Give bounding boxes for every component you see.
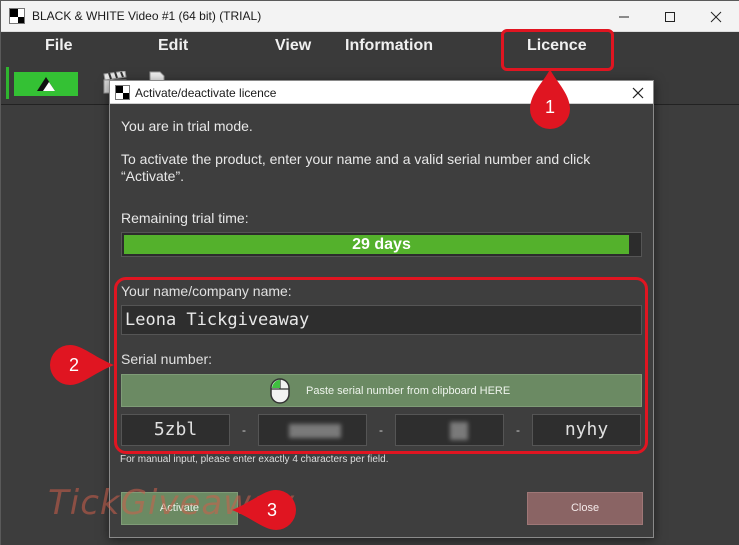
logo-icon <box>37 77 55 91</box>
close-button[interactable]: Close <box>527 492 643 525</box>
annotation-number-2: 2 <box>68 355 79 375</box>
remaining-trial-label: Remaining trial time: <box>121 210 249 226</box>
activate-instructions: To activate the product, enter your name… <box>121 151 591 184</box>
menu-edit[interactable]: Edit <box>158 37 188 55</box>
title-bar: BLACK & WHITE Video #1 (64 bit) (TRIAL) <box>1 1 739 32</box>
trial-progress-text: 29 days <box>352 236 411 253</box>
highlight-licence-form <box>114 277 648 454</box>
close-icon <box>710 11 722 22</box>
annotation-marker-1: 1 <box>528 69 572 131</box>
menu-bar: File Edit View Information Licence <box>1 32 739 62</box>
dialog-close-icon[interactable] <box>630 85 646 101</box>
app-icon <box>9 8 25 24</box>
toolbar-accent <box>6 67 9 99</box>
manual-input-hint: For manual input, please enter exactly 4… <box>120 454 389 465</box>
dialog-app-icon <box>115 85 130 100</box>
maximize-button[interactable] <box>647 1 693 32</box>
menu-information[interactable]: Information <box>345 37 433 55</box>
minimize-button[interactable] <box>601 1 647 32</box>
trial-mode-text: You are in trial mode. <box>121 118 253 134</box>
menu-file[interactable]: File <box>45 37 73 55</box>
annotation-number-1: 1 <box>544 97 555 117</box>
dialog-title: Activate/deactivate licence <box>135 86 277 100</box>
trial-progress-bar: 29 days <box>121 232 642 257</box>
annotation-number-3: 3 <box>266 500 277 520</box>
maximize-icon <box>665 11 675 22</box>
app-title: BLACK & WHITE Video #1 (64 bit) (TRIAL) <box>32 9 262 23</box>
annotation-marker-3: 3 <box>232 490 296 530</box>
minimize-icon <box>619 16 629 17</box>
menu-view[interactable]: View <box>275 37 311 55</box>
logo-button[interactable] <box>14 72 78 96</box>
highlight-licence-menu <box>501 29 614 71</box>
annotation-marker-2: 2 <box>50 345 114 385</box>
close-window-button[interactable] <box>693 1 739 32</box>
